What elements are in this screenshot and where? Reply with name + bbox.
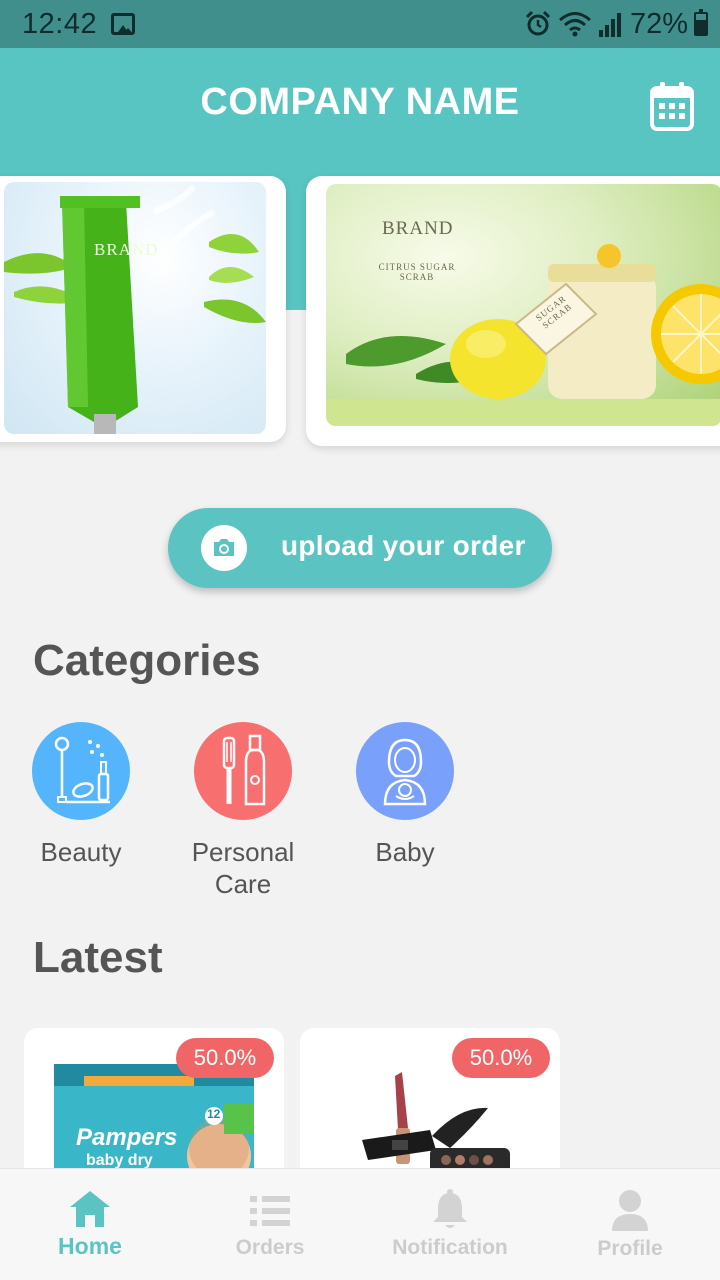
upload-order-label: upload your order <box>281 530 526 561</box>
nav-home[interactable]: Home <box>0 1169 180 1280</box>
nav-profile[interactable]: Profile <box>540 1169 720 1280</box>
nav-label: Notification <box>392 1236 508 1259</box>
categories-heading: Categories <box>33 636 261 685</box>
category-baby[interactable]: Baby <box>330 722 480 868</box>
nav-label: Home <box>58 1233 122 1259</box>
category-label: Baby <box>375 837 435 867</box>
banner-image-green-tube: BRAND <box>4 182 266 434</box>
status-bar: 12:42 72% <box>0 0 720 48</box>
latest-heading: Latest <box>33 933 163 982</box>
promo-banner[interactable]: BRAND <box>0 176 286 442</box>
product-card[interactable]: 50.0% <box>300 1028 560 1188</box>
signal-icon <box>598 13 621 37</box>
camera-icon <box>201 525 247 571</box>
promo-banner-citrus[interactable]: BRAND CITRUS SUGAR SCRAB SUGAR SCRAB <box>306 176 720 446</box>
battery-icon <box>694 9 708 36</box>
calendar-icon[interactable] <box>650 81 694 131</box>
mother-baby-icon <box>356 722 454 820</box>
nav-notification[interactable]: Notification <box>360 1169 540 1280</box>
upload-order-button[interactable]: upload your order <box>168 508 552 588</box>
list-icon <box>250 1196 290 1226</box>
home-icon <box>70 1191 110 1227</box>
bell-icon <box>433 1189 467 1228</box>
product-count: 12 <box>207 1107 221 1121</box>
status-time: 12:42 <box>22 8 98 40</box>
banner-subtitle: CITRUS SUGAR SCRAB <box>378 262 456 282</box>
category-label: Beauty <box>40 837 122 867</box>
product-card[interactable]: Pampers baby dry 12 50.0% <box>24 1028 284 1188</box>
page-title: COMPANY NAME <box>200 81 520 123</box>
cosmetics-icon <box>32 722 130 820</box>
banner-image-citrus: BRAND CITRUS SUGAR SCRAB SUGAR SCRAB <box>326 184 720 426</box>
wifi-icon <box>558 12 591 37</box>
discount-badge: 50.0% <box>452 1038 550 1078</box>
banner-brand: BRAND <box>94 240 159 259</box>
gallery-icon <box>111 13 135 35</box>
nav-label: Orders <box>235 1236 305 1259</box>
nav-label: Profile <box>597 1237 663 1260</box>
category-label: Personal Care <box>191 837 295 899</box>
discount-badge: 50.0% <box>176 1038 274 1078</box>
banner-brand: BRAND <box>382 218 454 239</box>
status-icons: 72% <box>524 6 708 42</box>
battery-percent: 72% <box>629 7 688 40</box>
category-beauty[interactable]: Beauty <box>6 722 156 868</box>
bottom-navigation: Home Orders Notification Profile <box>0 1168 720 1280</box>
toothbrush-icon <box>194 722 292 820</box>
green-tube-illustration <box>4 184 266 434</box>
category-personal-care[interactable]: Personal Care <box>168 722 318 900</box>
nav-orders[interactable]: Orders <box>180 1169 360 1280</box>
product-brand: Pampers <box>76 1124 178 1151</box>
alarm-icon <box>525 10 551 36</box>
user-icon <box>612 1190 648 1231</box>
